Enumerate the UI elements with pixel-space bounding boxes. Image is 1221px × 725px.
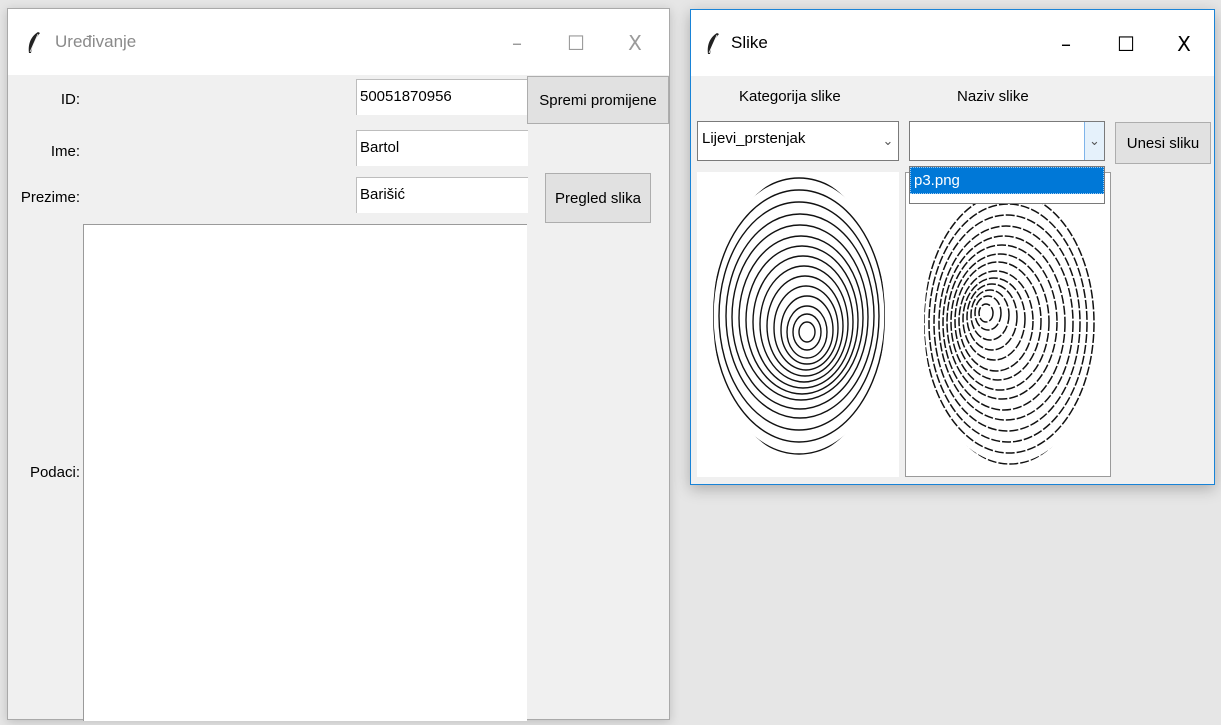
- image-name-label: Naziv slike: [957, 88, 1029, 105]
- images-window: Slike – ☐ X Kategorija slike Naziv slike…: [690, 9, 1215, 485]
- minimize-button[interactable]: –: [1044, 22, 1088, 66]
- fingerprint-image: [924, 181, 1096, 465]
- image-name-dropdown-list: p3.png: [909, 166, 1105, 204]
- insert-image-button[interactable]: Unesi sliku: [1115, 122, 1211, 164]
- minimize-icon: –: [1061, 32, 1071, 56]
- editor-window: Uređivanje – ☐ X ID: 50051870956 Ime: Ba…: [7, 8, 670, 721]
- category-combobox-value: Lijevi_prstenjak: [702, 130, 806, 147]
- editor-titlebar[interactable]: Uređivanje – ☐ X: [8, 9, 669, 75]
- category-combobox[interactable]: Lijevi_prstenjak ⌄: [697, 121, 899, 161]
- fingerprint-image: [713, 177, 885, 455]
- images-titlebar[interactable]: Slike – ☐ X: [691, 10, 1214, 76]
- feather-icon: [28, 32, 40, 53]
- maximize-button[interactable]: ☐: [1104, 22, 1148, 66]
- minimize-icon: –: [512, 31, 522, 55]
- podaci-textarea[interactable]: [83, 224, 527, 721]
- editor-title: Uređivanje: [55, 32, 137, 51]
- id-label: ID:: [60, 91, 80, 108]
- feather-icon: [707, 33, 719, 54]
- podaci-label: Podaci:: [29, 464, 80, 481]
- save-changes-button[interactable]: Spremi promijene: [527, 76, 669, 124]
- maximize-button[interactable]: ☐: [554, 21, 598, 65]
- images-title: Slike: [731, 33, 768, 52]
- maximize-icon: ☐: [567, 31, 585, 55]
- dropdown-option[interactable]: p3.png: [910, 167, 1104, 194]
- close-button[interactable]: X: [1162, 22, 1206, 66]
- ime-field[interactable]: Bartol: [356, 130, 528, 166]
- id-field[interactable]: 50051870956: [356, 79, 528, 115]
- prezime-field[interactable]: Barišić: [356, 177, 528, 213]
- image-name-combobox[interactable]: ⌄: [909, 121, 1105, 161]
- category-image-panel: [697, 172, 899, 477]
- close-icon: X: [628, 31, 642, 55]
- ime-label: Ime:: [50, 143, 80, 160]
- minimize-button[interactable]: –: [495, 21, 539, 65]
- maximize-icon: ☐: [1117, 32, 1135, 56]
- preview-image-panel: [905, 172, 1111, 477]
- close-button[interactable]: X: [613, 21, 657, 65]
- close-icon: X: [1177, 32, 1191, 56]
- category-label: Kategorija slike: [739, 88, 841, 105]
- chevron-down-icon[interactable]: ⌄: [878, 122, 898, 160]
- prezime-label: Prezime:: [20, 189, 80, 206]
- view-images-button[interactable]: Pregled slika: [545, 173, 651, 223]
- chevron-down-icon[interactable]: ⌄: [1084, 122, 1104, 160]
